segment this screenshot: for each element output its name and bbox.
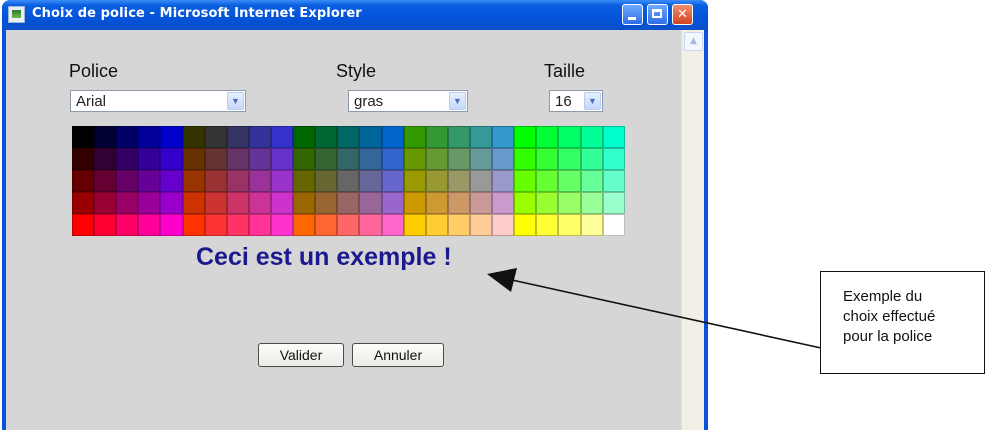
callout-line-3: pour la police — [843, 328, 933, 345]
arrow-head — [487, 268, 517, 292]
annotation-callout: Exemple du choix effectué pour la police — [820, 271, 985, 374]
arrow-line — [511, 279, 822, 349]
callout-line-2: choix effectué — [843, 308, 936, 325]
callout-line-1: Exemple du — [843, 288, 923, 305]
